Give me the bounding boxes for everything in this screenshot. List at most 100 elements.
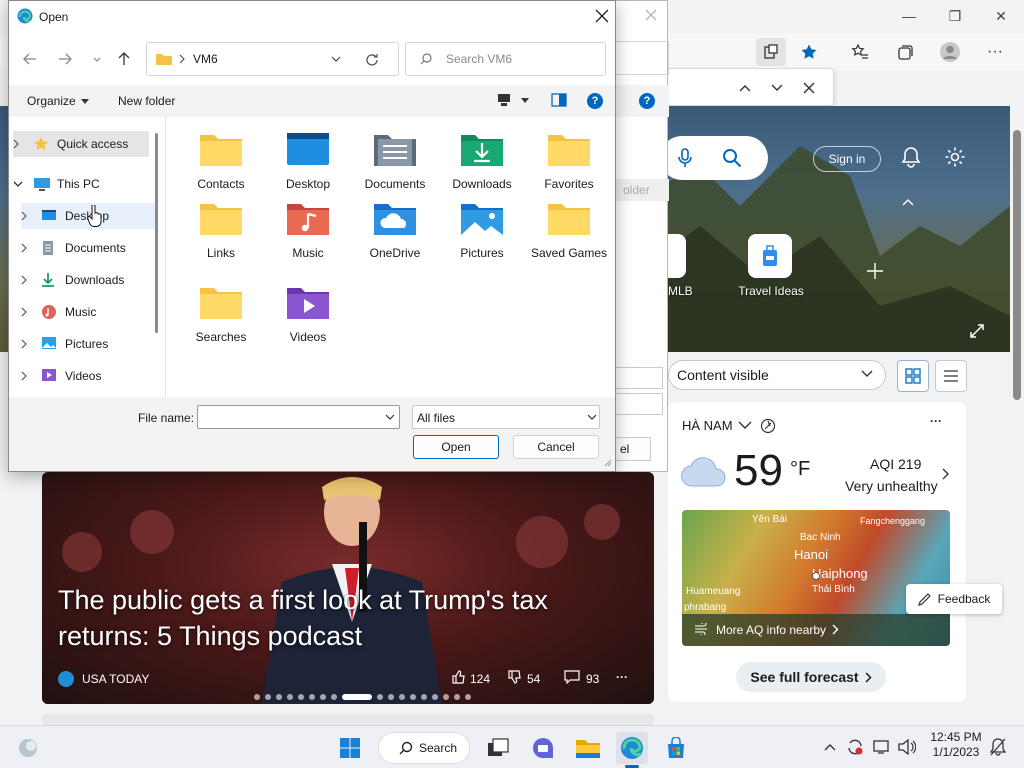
carousel-dot[interactable] (388, 694, 394, 700)
content-visibility-select[interactable]: Content visible (668, 360, 886, 390)
chevron-right-icon[interactable] (21, 211, 37, 221)
file-item-onedrive[interactable]: OneDrive (352, 200, 438, 261)
full-forecast-button[interactable]: See full forecast (736, 662, 886, 692)
close-browser-button[interactable]: ✕ (978, 4, 1024, 28)
carousel-dot[interactable] (454, 694, 460, 700)
scrollbar-thumb[interactable] (1013, 130, 1021, 400)
carousel-dot-active[interactable] (342, 694, 372, 700)
favorites-list-icon[interactable] (845, 38, 875, 66)
resize-grip-icon[interactable] (604, 459, 612, 467)
clock[interactable]: 12:45 PM 1/1/2023 (928, 730, 984, 760)
carousel-dot[interactable] (421, 694, 427, 700)
extensions-icon[interactable] (756, 38, 786, 66)
file-name-input[interactable] (197, 405, 400, 429)
file-explorer-icon[interactable] (572, 732, 604, 764)
file-item-pictures[interactable]: Pictures (439, 200, 525, 261)
address-bar[interactable]: VM6 (146, 42, 399, 76)
tree-item-downloads[interactable]: Downloads (21, 267, 157, 293)
file-item-videos[interactable]: Videos (265, 284, 351, 345)
open-button[interactable]: Open (413, 435, 499, 459)
web-search-box[interactable] (660, 136, 768, 180)
edge-taskbar-icon[interactable] (616, 732, 648, 764)
collections-icon[interactable] (890, 38, 920, 66)
comments-icon[interactable] (564, 670, 580, 684)
more-aq-bar[interactable]: More AQ info nearby (682, 614, 950, 646)
profile-avatar-icon[interactable] (935, 38, 965, 66)
file-item-desktop[interactable]: Desktop (265, 131, 351, 192)
file-item-music[interactable]: Music (265, 200, 351, 261)
recent-locations-chevron-icon[interactable] (85, 47, 109, 71)
locate-icon[interactable] (760, 418, 776, 434)
network-icon[interactable] (872, 736, 892, 758)
carousel-dot[interactable] (320, 694, 326, 700)
news-headline[interactable]: The public gets a first look at Trump's … (58, 582, 618, 654)
carousel-dot[interactable] (377, 694, 383, 700)
file-type-select[interactable]: All files (412, 405, 600, 429)
up-arrow-icon[interactable] (112, 47, 136, 71)
restore-button[interactable]: ❐ (932, 4, 978, 28)
tree-item-quick-access[interactable]: Quick access (13, 131, 149, 157)
collapse-chevron-icon[interactable] (902, 198, 914, 206)
tree-item-pictures[interactable]: Pictures (21, 331, 157, 357)
quick-link-tile-travel[interactable] (748, 234, 792, 278)
taskbar-search[interactable]: Search (378, 732, 470, 764)
file-item-downloads[interactable]: Downloads (439, 131, 525, 192)
file-item-favorites[interactable]: Favorites (526, 131, 612, 192)
dialog-close-icon[interactable] (595, 9, 609, 23)
expand-icon[interactable] (970, 324, 984, 338)
file-item-searches[interactable]: Searches (178, 284, 264, 345)
carousel-dot[interactable] (399, 694, 405, 700)
file-item-links[interactable]: Links (178, 200, 264, 261)
find-next-icon[interactable] (765, 79, 789, 97)
more-aq-link[interactable]: More AQ info nearby (716, 623, 826, 637)
chevron-right-icon[interactable] (21, 243, 37, 253)
new-folder-button[interactable]: New folder (118, 94, 175, 108)
task-view-icon[interactable] (482, 732, 514, 764)
microphone-icon[interactable] (678, 148, 692, 168)
address-history-chevron-icon[interactable] (331, 56, 341, 62)
tree-item-documents[interactable]: Documents (21, 235, 157, 261)
carousel-dot[interactable] (309, 694, 315, 700)
carousel-dot[interactable] (443, 694, 449, 700)
chevron-right-icon[interactable] (21, 339, 37, 349)
settings-more-button[interactable]: ··· (980, 38, 1010, 66)
add-shortcut-icon[interactable] (866, 262, 884, 280)
back-arrow-icon[interactable] (18, 47, 42, 71)
find-previous-icon[interactable] (733, 79, 757, 97)
air-quality-index[interactable]: AQI 219 (870, 456, 921, 472)
chevron-right-icon[interactable] (21, 275, 37, 285)
forward-arrow-icon[interactable] (53, 47, 77, 71)
chevron-right-icon[interactable] (21, 371, 37, 381)
sign-in-button[interactable]: Sign in (813, 146, 881, 172)
minimize-button[interactable]: — (886, 4, 932, 28)
file-item-contacts[interactable]: Contacts (178, 131, 264, 192)
news-source[interactable]: USA TODAY (82, 672, 149, 686)
carousel-dot[interactable] (432, 694, 438, 700)
notification-center-icon[interactable] (988, 736, 1008, 758)
news-card[interactable]: The public gets a first look at Trump's … (42, 472, 654, 704)
teams-chat-icon[interactable] (527, 732, 559, 764)
list-view-button[interactable] (935, 360, 967, 392)
weather-more-button[interactable]: ··· (930, 414, 942, 428)
temperature-unit[interactable]: °F (790, 458, 810, 481)
carousel-dot[interactable] (298, 694, 304, 700)
thumbs-down-icon[interactable] (508, 670, 522, 684)
chevron-right-icon[interactable] (21, 307, 37, 317)
tree-item-music[interactable]: Music (21, 299, 157, 325)
organize-menu[interactable]: Organize (27, 94, 89, 108)
file-item-documents[interactable]: Documents (352, 131, 438, 192)
feedback-button[interactable]: Feedback (906, 584, 1002, 614)
microsoft-store-icon[interactable] (660, 732, 692, 764)
help-icon[interactable]: ? (587, 93, 603, 109)
cancel-button[interactable]: Cancel (513, 435, 599, 459)
chevron-right-icon[interactable] (942, 468, 950, 480)
carousel-dot[interactable] (331, 694, 337, 700)
carousel-dot[interactable] (276, 694, 282, 700)
file-item-saved-games[interactable]: Saved Games (526, 200, 612, 261)
page-settings-gear-icon[interactable] (944, 146, 966, 168)
carousel-dot[interactable] (287, 694, 293, 700)
navigation-pane-scrollbar[interactable] (155, 133, 158, 333)
grid-view-button[interactable] (897, 360, 929, 392)
carousel-dot[interactable] (465, 694, 471, 700)
weather-location[interactable]: HÀ NAM (682, 418, 733, 433)
